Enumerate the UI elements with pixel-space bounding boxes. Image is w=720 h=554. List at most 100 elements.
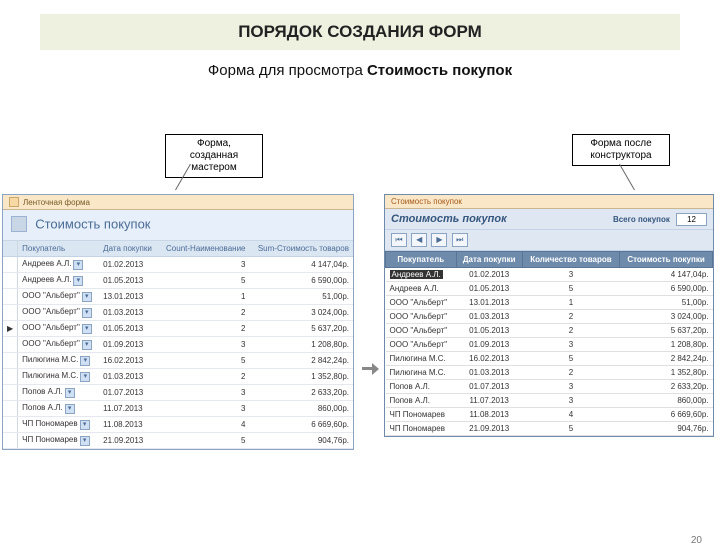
cell-count[interactable]: 3 [522, 268, 619, 282]
cell-date[interactable]: 11.07.2013 [99, 401, 158, 417]
table-row[interactable]: ООО "Альберт"▾01.09.201331 208,80р. [3, 337, 353, 353]
cell-count[interactable]: 5 [522, 282, 619, 296]
table-row[interactable]: ЧП Пономарев▾21.09.20135904,76р. [3, 433, 353, 449]
cell-count[interactable]: 3 [522, 380, 619, 394]
cell-count[interactable]: 4 [522, 408, 619, 422]
cell-date[interactable]: 21.09.2013 [99, 433, 158, 449]
cell-buyer[interactable]: ООО "Альберт"▾ [18, 289, 100, 305]
cell-date[interactable]: 13.01.2013 [99, 289, 158, 305]
cell-count[interactable]: 2 [522, 310, 619, 324]
dropdown-icon[interactable]: ▾ [73, 260, 83, 270]
cell-buyer[interactable]: ООО "Альберт" [386, 296, 457, 310]
designer-col-1[interactable]: Дата покупки [456, 252, 522, 268]
designer-col-0[interactable]: Покупатель [386, 252, 457, 268]
cell-date[interactable]: 01.03.2013 [99, 369, 158, 385]
cell-buyer[interactable]: ООО "Альберт"▾ [18, 321, 100, 337]
table-row[interactable]: ▶ООО "Альберт"▾01.05.201325 637,20р. [3, 321, 353, 337]
table-row[interactable]: Андреев А.Л.01.05.201356 590,00р. [386, 282, 713, 296]
cell-buyer[interactable]: ООО "Альберт"▾ [18, 305, 100, 321]
row-selector[interactable] [3, 273, 18, 289]
cell-buyer[interactable]: Попов А.Л. [386, 394, 457, 408]
cell-date[interactable]: 01.05.2013 [99, 321, 158, 337]
cell-buyer[interactable]: Пилюгина М.С. [386, 366, 457, 380]
cell-date[interactable]: 01.03.2013 [456, 310, 522, 324]
cell-buyer[interactable]: ЧП Пономарев▾ [18, 417, 100, 433]
cell-date[interactable]: 16.02.2013 [456, 352, 522, 366]
cell-count[interactable]: 5 [522, 352, 619, 366]
cell-count[interactable]: 3 [158, 257, 249, 273]
cell-sum[interactable]: 860,00р. [250, 401, 354, 417]
dropdown-icon[interactable]: ▾ [80, 436, 90, 446]
row-selector[interactable] [3, 433, 18, 449]
dropdown-icon[interactable]: ▾ [65, 404, 75, 414]
cell-sum[interactable]: 5 637,20р. [620, 324, 713, 338]
cell-date[interactable]: 11.08.2013 [99, 417, 158, 433]
table-row[interactable]: Пилюгина М.С.16.02.201352 842,24р. [386, 352, 713, 366]
cell-buyer[interactable]: Пилюгина М.С.▾ [18, 369, 100, 385]
cell-date[interactable]: 01.07.2013 [99, 385, 158, 401]
cell-count[interactable]: 1 [158, 289, 249, 305]
cell-sum[interactable]: 51,00р. [250, 289, 354, 305]
wizard-tab[interactable]: Ленточная форма [3, 195, 353, 210]
cell-buyer[interactable]: Андреев А.Л. [386, 282, 457, 296]
table-row[interactable]: ООО "Альберт"01.09.201331 208,80р. [386, 338, 713, 352]
dropdown-icon[interactable]: ▾ [82, 308, 92, 318]
cell-date[interactable]: 01.05.2013 [456, 282, 522, 296]
cell-count[interactable]: 5 [158, 353, 249, 369]
cell-date[interactable]: 13.01.2013 [456, 296, 522, 310]
table-row[interactable]: ООО "Альберт"13.01.2013151,00р. [386, 296, 713, 310]
cell-sum[interactable]: 6 669,60р. [620, 408, 713, 422]
cell-count[interactable]: 2 [158, 321, 249, 337]
cell-sum[interactable]: 1 352,80р. [620, 366, 713, 380]
table-row[interactable]: Попов А.Л.11.07.20133860,00р. [386, 394, 713, 408]
cell-buyer[interactable]: ООО "Альберт" [386, 310, 457, 324]
cell-count[interactable]: 3 [158, 337, 249, 353]
wizard-col-1[interactable]: Дата покупки [99, 241, 158, 257]
row-selector[interactable] [3, 305, 18, 321]
cell-count[interactable]: 3 [158, 385, 249, 401]
cell-sum[interactable]: 2 633,20р. [620, 380, 713, 394]
cell-buyer[interactable]: Попов А.Л.▾ [18, 385, 100, 401]
cell-sum[interactable]: 1 352,80р. [250, 369, 354, 385]
dropdown-icon[interactable]: ▾ [80, 356, 90, 366]
cell-date[interactable]: 01.09.2013 [99, 337, 158, 353]
table-row[interactable]: ЧП Пономарев11.08.201346 669,60р. [386, 408, 713, 422]
cell-sum[interactable]: 904,76р. [250, 433, 354, 449]
cell-date[interactable]: 11.08.2013 [456, 408, 522, 422]
table-row[interactable]: Попов А.Л.▾11.07.20133860,00р. [3, 401, 353, 417]
cell-date[interactable]: 21.09.2013 [456, 422, 522, 436]
cell-count[interactable]: 2 [522, 366, 619, 380]
row-selector[interactable] [3, 385, 18, 401]
cell-count[interactable]: 3 [158, 401, 249, 417]
cell-date[interactable]: 01.03.2013 [99, 305, 158, 321]
table-row[interactable]: ООО "Альберт"01.05.201325 637,20р. [386, 324, 713, 338]
cell-buyer[interactable]: ООО "Альберт"▾ [18, 337, 100, 353]
row-selector[interactable] [3, 353, 18, 369]
cell-sum[interactable]: 6 669,60р. [250, 417, 354, 433]
cell-count[interactable]: 3 [522, 338, 619, 352]
cell-buyer[interactable]: Андреев А.Л.▾ [18, 273, 100, 289]
table-row[interactable]: Андреев А.Л.▾01.02.201334 147,04р. [3, 257, 353, 273]
cell-buyer[interactable]: ЧП Пономарев [386, 422, 457, 436]
cell-sum[interactable]: 904,76р. [620, 422, 713, 436]
cell-sum[interactable]: 1 208,80р. [620, 338, 713, 352]
dropdown-icon[interactable]: ▾ [73, 276, 83, 286]
nav-prev-button[interactable]: ◀ [411, 233, 427, 247]
cell-date[interactable]: 01.09.2013 [456, 338, 522, 352]
cell-date[interactable]: 16.02.2013 [99, 353, 158, 369]
cell-date[interactable]: 01.02.2013 [99, 257, 158, 273]
cell-buyer[interactable]: ЧП Пономарев [386, 408, 457, 422]
nav-first-button[interactable]: ⏮ [391, 233, 407, 247]
cell-sum[interactable]: 4 147,04р. [250, 257, 354, 273]
row-selector[interactable]: ▶ [3, 321, 18, 337]
wizard-col-0[interactable]: Покупатель [18, 241, 100, 257]
cell-sum[interactable]: 6 590,00р. [250, 273, 354, 289]
table-row[interactable]: Пилюгина М.С.▾16.02.201352 842,24р. [3, 353, 353, 369]
row-selector[interactable] [3, 337, 18, 353]
table-row[interactable]: Пилюгина М.С.01.03.201321 352,80р. [386, 366, 713, 380]
cell-buyer[interactable]: ООО "Альберт" [386, 324, 457, 338]
cell-count[interactable]: 5 [522, 422, 619, 436]
cell-buyer[interactable]: Андреев А.Л.▾ [18, 257, 100, 273]
wizard-col-3[interactable]: Sum-Стоимость товаров [250, 241, 354, 257]
cell-buyer[interactable]: Попов А.Л. [386, 380, 457, 394]
